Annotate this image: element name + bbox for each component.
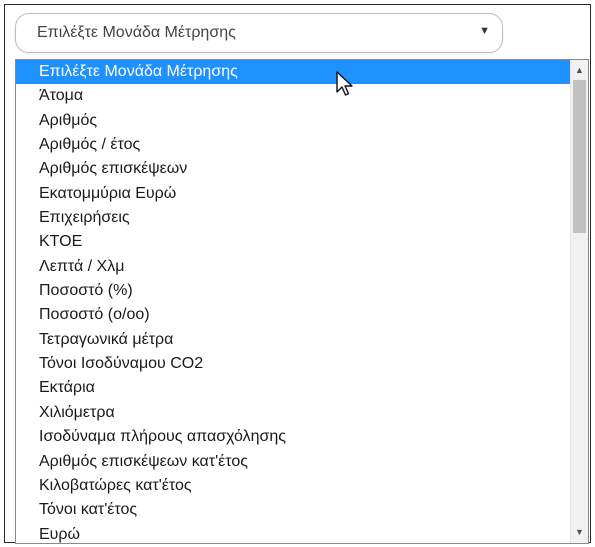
dropdown-panel: Επιλέξτε Μονάδα Μέτρησης ▼ Επιλέξτε Μονά…: [4, 4, 591, 544]
vertical-scrollbar[interactable]: ▲ ▼: [570, 60, 588, 543]
dropdown-triangle-icon[interactable]: ▼: [479, 25, 490, 37]
scroll-up-icon[interactable]: ▲: [571, 62, 588, 79]
unit-select[interactable]: Επιλέξτε Μονάδα Μέτρησης ▼: [15, 13, 503, 53]
list-item[interactable]: Τετραγωνικά μέτρα: [16, 328, 570, 352]
list-item[interactable]: Άτομα: [16, 84, 570, 108]
list-item[interactable]: Αριθμός επισκέψεων: [16, 157, 570, 181]
scroll-down-icon[interactable]: ▼: [571, 524, 588, 541]
options-container: Επιλέξτε Μονάδα Μέτρησης Άτομα Αριθμός Α…: [16, 60, 570, 543]
list-item[interactable]: ΚΤΟΕ: [16, 230, 570, 254]
list-item[interactable]: Ποσοστό (%): [16, 279, 570, 303]
list-item[interactable]: Αριθμός: [16, 109, 570, 133]
scrollbar-thumb[interactable]: [573, 80, 586, 233]
list-item[interactable]: Τόνοι Ισοδύναμου CO2: [16, 352, 570, 376]
list-item[interactable]: Ποσοστό (ο/οο): [16, 303, 570, 327]
list-item[interactable]: Ευρώ: [16, 523, 570, 543]
mouse-pointer-icon: [336, 71, 353, 96]
list-item[interactable]: Λεπτά / Χλμ: [16, 255, 570, 279]
list-item[interactable]: Επιχειρήσεις: [16, 206, 570, 230]
unit-options-list[interactable]: Επιλέξτε Μονάδα Μέτρησης Άτομα Αριθμός Α…: [15, 59, 589, 544]
list-item[interactable]: Εκτάρια: [16, 376, 570, 400]
list-item[interactable]: Χιλιόμετρα: [16, 401, 570, 425]
list-item[interactable]: Αριθμός επισκέψεων κατ'έτος: [16, 450, 570, 474]
list-item[interactable]: Αριθμός / έτος: [16, 133, 570, 157]
list-item[interactable]: Ισοδύναμα πλήρους απασχόλησης: [16, 425, 570, 449]
list-item[interactable]: Εκατομμύρια Ευρώ: [16, 182, 570, 206]
list-item[interactable]: Τόνοι κατ'έτος: [16, 498, 570, 522]
select-current-value: Επιλέξτε Μονάδα Μέτρησης: [37, 24, 236, 41]
list-item[interactable]: Κιλοβατώρες κατ'έτος: [16, 474, 570, 498]
list-item[interactable]: Επιλέξτε Μονάδα Μέτρησης: [16, 60, 570, 85]
